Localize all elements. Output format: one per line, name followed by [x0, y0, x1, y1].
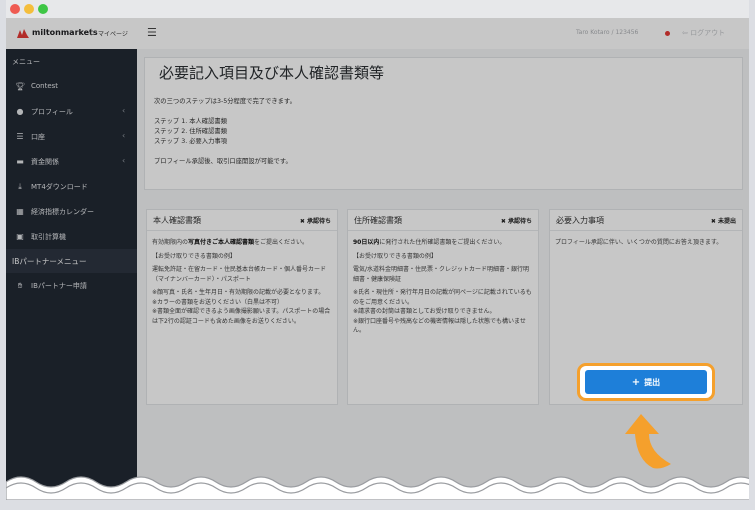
sidebar-item-label: IBパートナー申請 — [31, 282, 87, 290]
card-paragraph: ※銀行口座番号や残高などの機密情報は隠した状態でも構いません。 — [353, 317, 526, 335]
minimize-window-dot[interactable] — [24, 4, 34, 14]
sidebar-item-label: MT4ダウンロード — [31, 183, 88, 191]
brand-logo-icon — [17, 29, 29, 38]
sidebar-item-calculator[interactable]: ▣ 取引計算機 — [6, 224, 137, 249]
sidebar-item-profile[interactable]: ● プロフィール ‹ — [6, 99, 137, 124]
card-header: 本人確認書類 ✖ 承認待ち — [147, 210, 337, 231]
text-span: に発行された住所確認書類をご提出ください。 — [379, 239, 506, 246]
hamburger-icon[interactable]: ☰ — [147, 26, 157, 39]
identity-document-card: 本人確認書類 ✖ 承認待ち 有効期限内の写真付きご本人確認書類をご提出ください。… — [146, 209, 338, 405]
browser-window: miltonmarkets | マイページ ☰ Taro Kotaro / 12… — [6, 0, 749, 500]
brand-separator: | — [90, 28, 93, 36]
card-paragraph: ※カラーの書類をお送りください（白黒は不可） — [152, 298, 284, 306]
sidebar-item-label: 経済指標カレンダー — [31, 208, 94, 216]
wallet-icon: ▬ — [16, 157, 24, 166]
card-paragraph: 【お受け取りできる書類の例】 — [353, 252, 437, 260]
card-title: 住所確認書類 — [354, 216, 402, 225]
status-badge: ✖ 未提出 — [710, 218, 736, 225]
calendar-icon: ▦ — [16, 207, 24, 216]
sidebar-item-calendar[interactable]: ▦ 経済指標カレンダー — [6, 199, 137, 224]
submit-label: 提出 — [644, 377, 661, 387]
sidebar-item-account[interactable]: ☰ 口座 ‹ — [6, 124, 137, 149]
sidebar-item-ib-partner-apply[interactable]: ✋︎ IBパートナー申請 — [6, 273, 137, 298]
card-title: 本人確認書類 — [153, 216, 201, 225]
sidebar-partner-header: IBパートナーメニュー — [6, 249, 137, 273]
sidebar: メニュー 🏆︎ Contest ● プロフィール ‹ ☰ 口座 ‹ ▬ 資金関係… — [6, 49, 137, 500]
sidebar-partner-header-label: IBパートナーメニュー — [12, 257, 87, 266]
card-title: 必要入力事項 — [556, 216, 604, 225]
sidebar-item-mt4-download[interactable]: ⤓ MT4ダウンロード — [6, 174, 137, 199]
intro-note: プロフィール承認後、取引口座開設が可能です。 — [154, 158, 292, 165]
logout-label: ログアウト — [690, 29, 726, 37]
address-document-card: 住所確認書類 ✖ 承認待ち 90日以内に発行された住所確認書類をご提出ください。… — [347, 209, 539, 405]
text-span: をご提出ください。 — [254, 239, 309, 246]
calculator-icon: ▣ — [16, 232, 24, 241]
card-paragraph: ※書類全面が確認できるよう画像撮影願います。パスポートの場合は下2行の認証コード… — [152, 308, 331, 325]
step-3: ステップ 3. 必要入力事項 — [154, 138, 227, 145]
brand-area: miltonmarkets | マイページ — [6, 18, 137, 49]
top-bar: miltonmarkets | マイページ ☰ Taro Kotaro / 12… — [6, 18, 749, 50]
bold-text: 写真付きご本人確認書類 — [188, 239, 255, 246]
chevron-left-icon: ‹ — [122, 106, 126, 115]
download-icon: ⤓ — [18, 182, 22, 191]
bold-text: 90日以内 — [353, 239, 380, 246]
card-paragraph: ※請求書の封筒は書類としてお受け取りできません。 — [353, 308, 496, 315]
card-paragraph: プロフィール承認に伴い、いくつかの質問にお答え頂きます。 — [555, 239, 723, 246]
sidebar-item-funds[interactable]: ▬ 資金関係 ‹ — [6, 149, 137, 174]
step-2: ステップ 2. 住所確認書類 — [154, 128, 227, 135]
intro-line: 次の三つのステップは3-5分程度で完了できます。 — [154, 98, 296, 105]
logout-link[interactable]: ⇦ ログアウト — [682, 28, 725, 38]
sidebar-item-label: プロフィール — [31, 108, 73, 116]
submit-button[interactable]: + 提出 — [585, 370, 707, 394]
brand-name: miltonmarkets — [32, 28, 98, 37]
card-paragraph: 90日以内に発行された住所確認書類をご提出ください。 — [353, 238, 533, 248]
card-paragraph: 運転免許証・在留カード・住民基本台帳カード・個人番号カード（マイナンバーカード）… — [152, 266, 327, 283]
chevron-left-icon: ‹ — [122, 156, 126, 165]
user-icon: ● — [16, 107, 24, 116]
card-paragraph: 有効期限内の写真付きご本人確認書類をご提出ください。 — [152, 238, 332, 248]
card-body: プロフィール承認に伴い、いくつかの質問にお答え頂きます。 — [555, 238, 737, 252]
sidebar-menu-header: メニュー — [6, 49, 137, 74]
sidebar-item-contest[interactable]: 🏆︎ Contest — [6, 74, 137, 99]
sidebar-item-label: 取引計算機 — [31, 233, 66, 241]
submit-highlight: + 提出 — [577, 363, 715, 401]
intro-text: 次の三つのステップは3-5分程度で完了できます。 ステップ 1. 本人確認書類 … — [154, 97, 296, 167]
card-paragraph: 【お受け取りできる書類の例】 — [152, 252, 236, 260]
trophy-icon: 🏆︎ — [15, 82, 26, 91]
status-badge: ✖ 承認待ち — [500, 218, 532, 225]
card-paragraph: ※氏名・現住所・発行年月日の記載が同ページに記載されているものをご用意ください。 — [353, 289, 532, 306]
step-1: ステップ 1. 本人確認書類 — [154, 118, 227, 125]
sidebar-menu-header-label: メニュー — [12, 58, 40, 66]
chevron-left-icon: ‹ — [122, 131, 126, 140]
page-title: 必要記入項目及び本人確認書類等 — [159, 64, 385, 82]
window-titlebar — [6, 0, 749, 18]
card-body: 有効期限内の写真付きご本人確認書類をご提出ください。 【お受け取りできる書類の例… — [152, 238, 332, 330]
brand-subtitle: マイページ — [98, 31, 128, 38]
sidebar-item-label: 資金関係 — [31, 158, 59, 166]
status-badge: ✖ 承認待ち — [299, 218, 331, 225]
card-paragraph: 電気/水道料金明細書・住民票・クレジットカード明細書・銀行明細書・健康保険証 — [353, 266, 530, 283]
close-window-dot[interactable] — [10, 4, 20, 14]
plus-icon: + — [631, 376, 641, 388]
sidebar-item-label: Contest — [31, 82, 59, 90]
list-icon: ☰ — [16, 132, 24, 141]
sidebar-item-label: 口座 — [31, 133, 45, 141]
status-dot-icon — [665, 31, 670, 36]
card-header: 住所確認書類 ✖ 承認待ち — [348, 210, 538, 231]
torn-edge-decoration — [6, 476, 749, 500]
card-paragraph: ※顔写真・氏名・生年月日・有効期限の記載が必要となります。 — [152, 289, 325, 296]
card-header: 必要入力事項 ✖ 未提出 — [550, 210, 742, 231]
pointer-arrow-icon — [625, 414, 671, 469]
intro-card: 必要記入項目及び本人確認書類等 次の三つのステップは3-5分程度で完了できます。… — [144, 57, 743, 190]
user-name: Taro Kotaro / 123456 — [576, 29, 639, 36]
handshake-icon: ✋︎ — [17, 281, 23, 290]
card-body: 90日以内に発行された住所確認書類をご提出ください。 【お受け取りできる書類の例… — [353, 238, 533, 340]
text-span: 有効期限内の — [152, 239, 189, 246]
maximize-window-dot[interactable] — [38, 4, 48, 14]
